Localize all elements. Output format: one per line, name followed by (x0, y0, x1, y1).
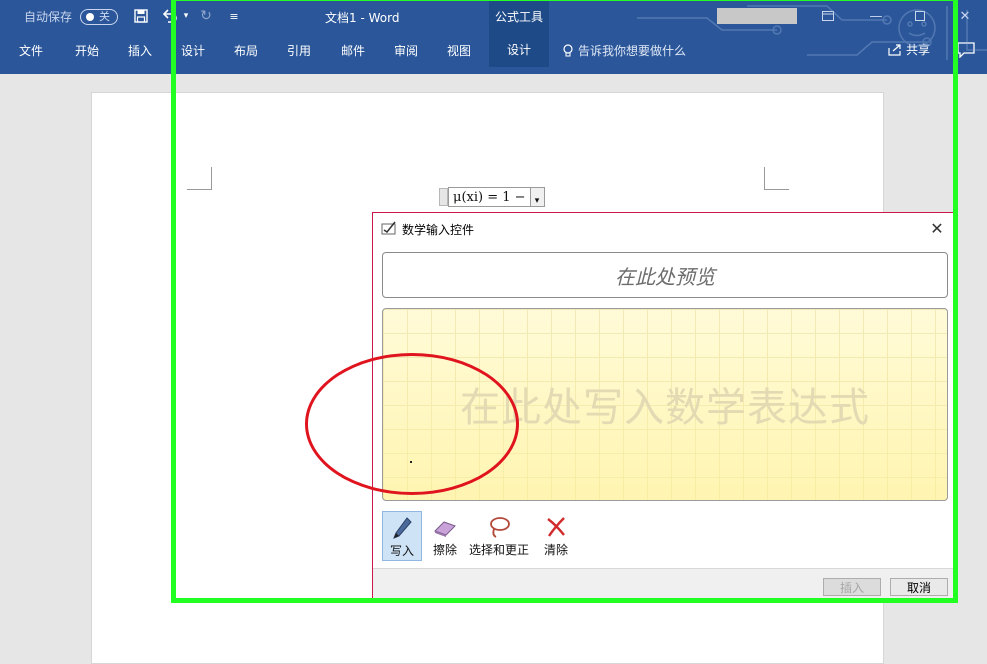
equation-object[interactable]: μ(xi) = 1 − ▾ (439, 186, 545, 208)
tab-view[interactable]: 视图 (447, 42, 471, 59)
math-input-footer: 插入 取消 (373, 568, 953, 601)
equation-text[interactable]: μ(xi) = 1 − (448, 187, 531, 207)
tab-insert[interactable]: 插入 (128, 42, 152, 59)
tab-mailings[interactable]: 邮件 (341, 42, 365, 59)
preview-area: 在此处预览 (382, 252, 948, 298)
tab-equation-design[interactable]: 设计 (489, 32, 549, 67)
tab-home[interactable]: 开始 (75, 42, 99, 59)
erase-tool-button[interactable]: 擦除 (425, 511, 465, 561)
redo-icon[interactable]: ↻ (196, 6, 216, 26)
tab-references[interactable]: 引用 (287, 42, 311, 59)
equation-handle[interactable] (439, 188, 448, 206)
math-input-title: 数学输入控件 (402, 223, 475, 237)
document-title: 文档1 - Word (325, 11, 400, 25)
tab-review[interactable]: 审阅 (394, 42, 418, 59)
write-tool-label: 写入 (389, 544, 414, 558)
tab-design[interactable]: 设计 (181, 42, 205, 59)
autosave-state: 关 (99, 10, 110, 23)
math-input-header: 数学输入控件 ✕ (373, 213, 953, 243)
math-input-app-icon (381, 221, 396, 235)
eraser-icon (434, 521, 456, 537)
write-tool-button[interactable]: 写入 (382, 511, 422, 561)
customize-qat-icon[interactable]: ≡ (224, 6, 244, 26)
pen-icon (393, 517, 412, 539)
equation-tools-context-label: 公式工具 (489, 0, 549, 32)
insert-button[interactable]: 插入 (823, 578, 881, 596)
undo-dropdown-icon[interactable]: ▾ (176, 6, 196, 26)
handwriting-area[interactable]: 在此处写入数学表达式 (382, 308, 948, 501)
select-correct-tool-label: 选择和更正 (468, 543, 529, 557)
autosave-toggle[interactable]: 关 (80, 9, 118, 25)
tab-layout[interactable]: 布局 (234, 42, 258, 59)
chevron-down-icon[interactable]: ▾ (530, 187, 545, 207)
autosave-label: 自动保存 (24, 10, 73, 24)
cancel-button[interactable]: 取消 (890, 578, 948, 596)
handwriting-hint: 在此处写入数学表达式 (460, 385, 870, 431)
lasso-icon (490, 517, 510, 538)
select-correct-tool-button[interactable]: 选择和更正 (468, 511, 530, 561)
clear-tool-button[interactable]: 清除 (536, 511, 576, 561)
tab-file[interactable]: 文件 (19, 42, 43, 59)
toggle-knob (86, 13, 94, 21)
clear-tool-label: 清除 (543, 543, 568, 557)
ribbon-circuit-pattern (637, 5, 987, 60)
close-icon[interactable]: ✕ (927, 218, 947, 238)
margin-corner-top-left (187, 167, 212, 190)
erase-tool-label: 擦除 (432, 543, 457, 557)
math-input-panel: 数学输入控件 ✕ 在此处预览 在此处写入数学表达式 写入 擦除 选择和更正 清除… (372, 212, 954, 601)
ink-dot (410, 461, 412, 463)
margin-corner-top-right (764, 167, 789, 190)
lightbulb-icon (563, 43, 573, 56)
save-icon[interactable] (131, 6, 151, 26)
clear-icon (547, 517, 565, 537)
